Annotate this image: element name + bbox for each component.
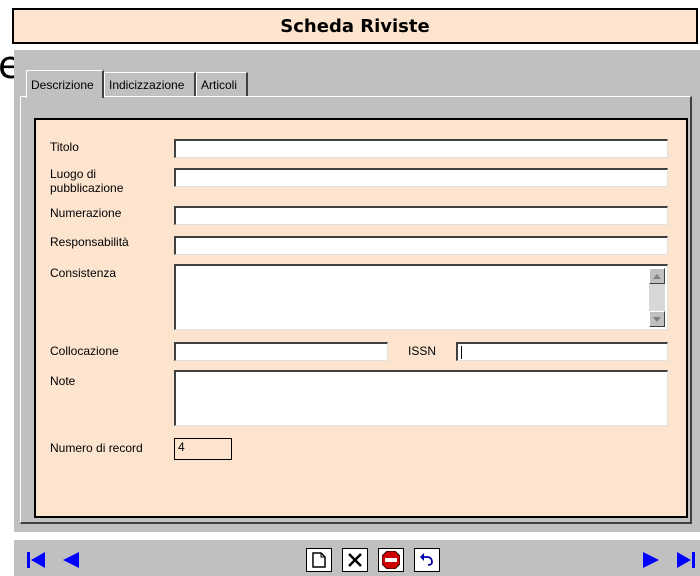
responsabilita-field[interactable]	[174, 236, 668, 255]
triangle-down-icon	[653, 316, 661, 322]
form-title: Scheda Riviste	[280, 15, 430, 37]
undo-icon	[420, 553, 433, 566]
scroll-down-button[interactable]	[649, 311, 665, 327]
next-arrow-icon	[643, 552, 659, 568]
text-cursor	[461, 346, 462, 360]
delete-record-button[interactable]	[342, 548, 368, 572]
scroll-up-button[interactable]	[649, 268, 665, 284]
new-record-button[interactable]	[306, 548, 332, 572]
delete-x-icon	[348, 553, 362, 567]
undo-button[interactable]	[414, 548, 440, 572]
previous-arrow-icon	[63, 552, 79, 568]
next-record-button[interactable]	[640, 548, 664, 572]
tab-descrizione-label: Descrizione	[31, 77, 94, 92]
tab-articoli-label: Articoli	[201, 77, 238, 92]
previous-record-button[interactable]	[58, 548, 82, 572]
numerazione-field[interactable]	[174, 206, 668, 225]
collocazione-label: Collocazione	[50, 344, 119, 358]
responsabilita-label: Responsabilità	[50, 235, 129, 249]
titolo-label: Titolo	[50, 140, 79, 154]
luogo-label-line1: Luogo di	[50, 167, 97, 181]
consistenza-scrollbar[interactable]	[649, 268, 665, 327]
numerazione-label: Numerazione	[50, 206, 122, 220]
issn-label: ISSN	[408, 344, 437, 358]
titolo-field[interactable]	[174, 139, 668, 158]
last-record-button[interactable]	[674, 548, 698, 572]
new-document-icon	[312, 552, 326, 568]
consistenza-label: Consistenza	[50, 266, 117, 280]
form-title-bar: Scheda Riviste	[12, 8, 698, 44]
note-textarea[interactable]	[174, 370, 668, 426]
numero-record-field: 4	[174, 438, 232, 460]
tab-descrizione[interactable]: Descrizione	[26, 70, 104, 98]
navigation-bar	[14, 540, 700, 576]
tab-indicizzazione[interactable]: Indicizzazione	[104, 72, 196, 96]
last-record-icon	[677, 552, 695, 568]
tab-indicizzazione-label: Indicizzazione	[109, 77, 185, 92]
triangle-up-icon	[653, 273, 661, 279]
stop-sign-icon	[382, 551, 400, 569]
first-record-icon	[27, 552, 45, 568]
luogo-field[interactable]	[174, 168, 668, 187]
collocazione-field[interactable]	[174, 342, 388, 361]
numero-record-label: Numero di record	[50, 441, 143, 455]
first-record-button[interactable]	[24, 548, 48, 572]
stop-button[interactable]	[378, 548, 404, 572]
consistenza-value	[176, 266, 667, 270]
luogo-label-line2: pubblicazione	[50, 181, 124, 195]
issn-field[interactable]	[456, 342, 668, 361]
consistenza-textarea[interactable]	[174, 264, 668, 330]
note-label: Note	[50, 374, 76, 388]
tab-articoli[interactable]: Articoli	[196, 72, 248, 96]
